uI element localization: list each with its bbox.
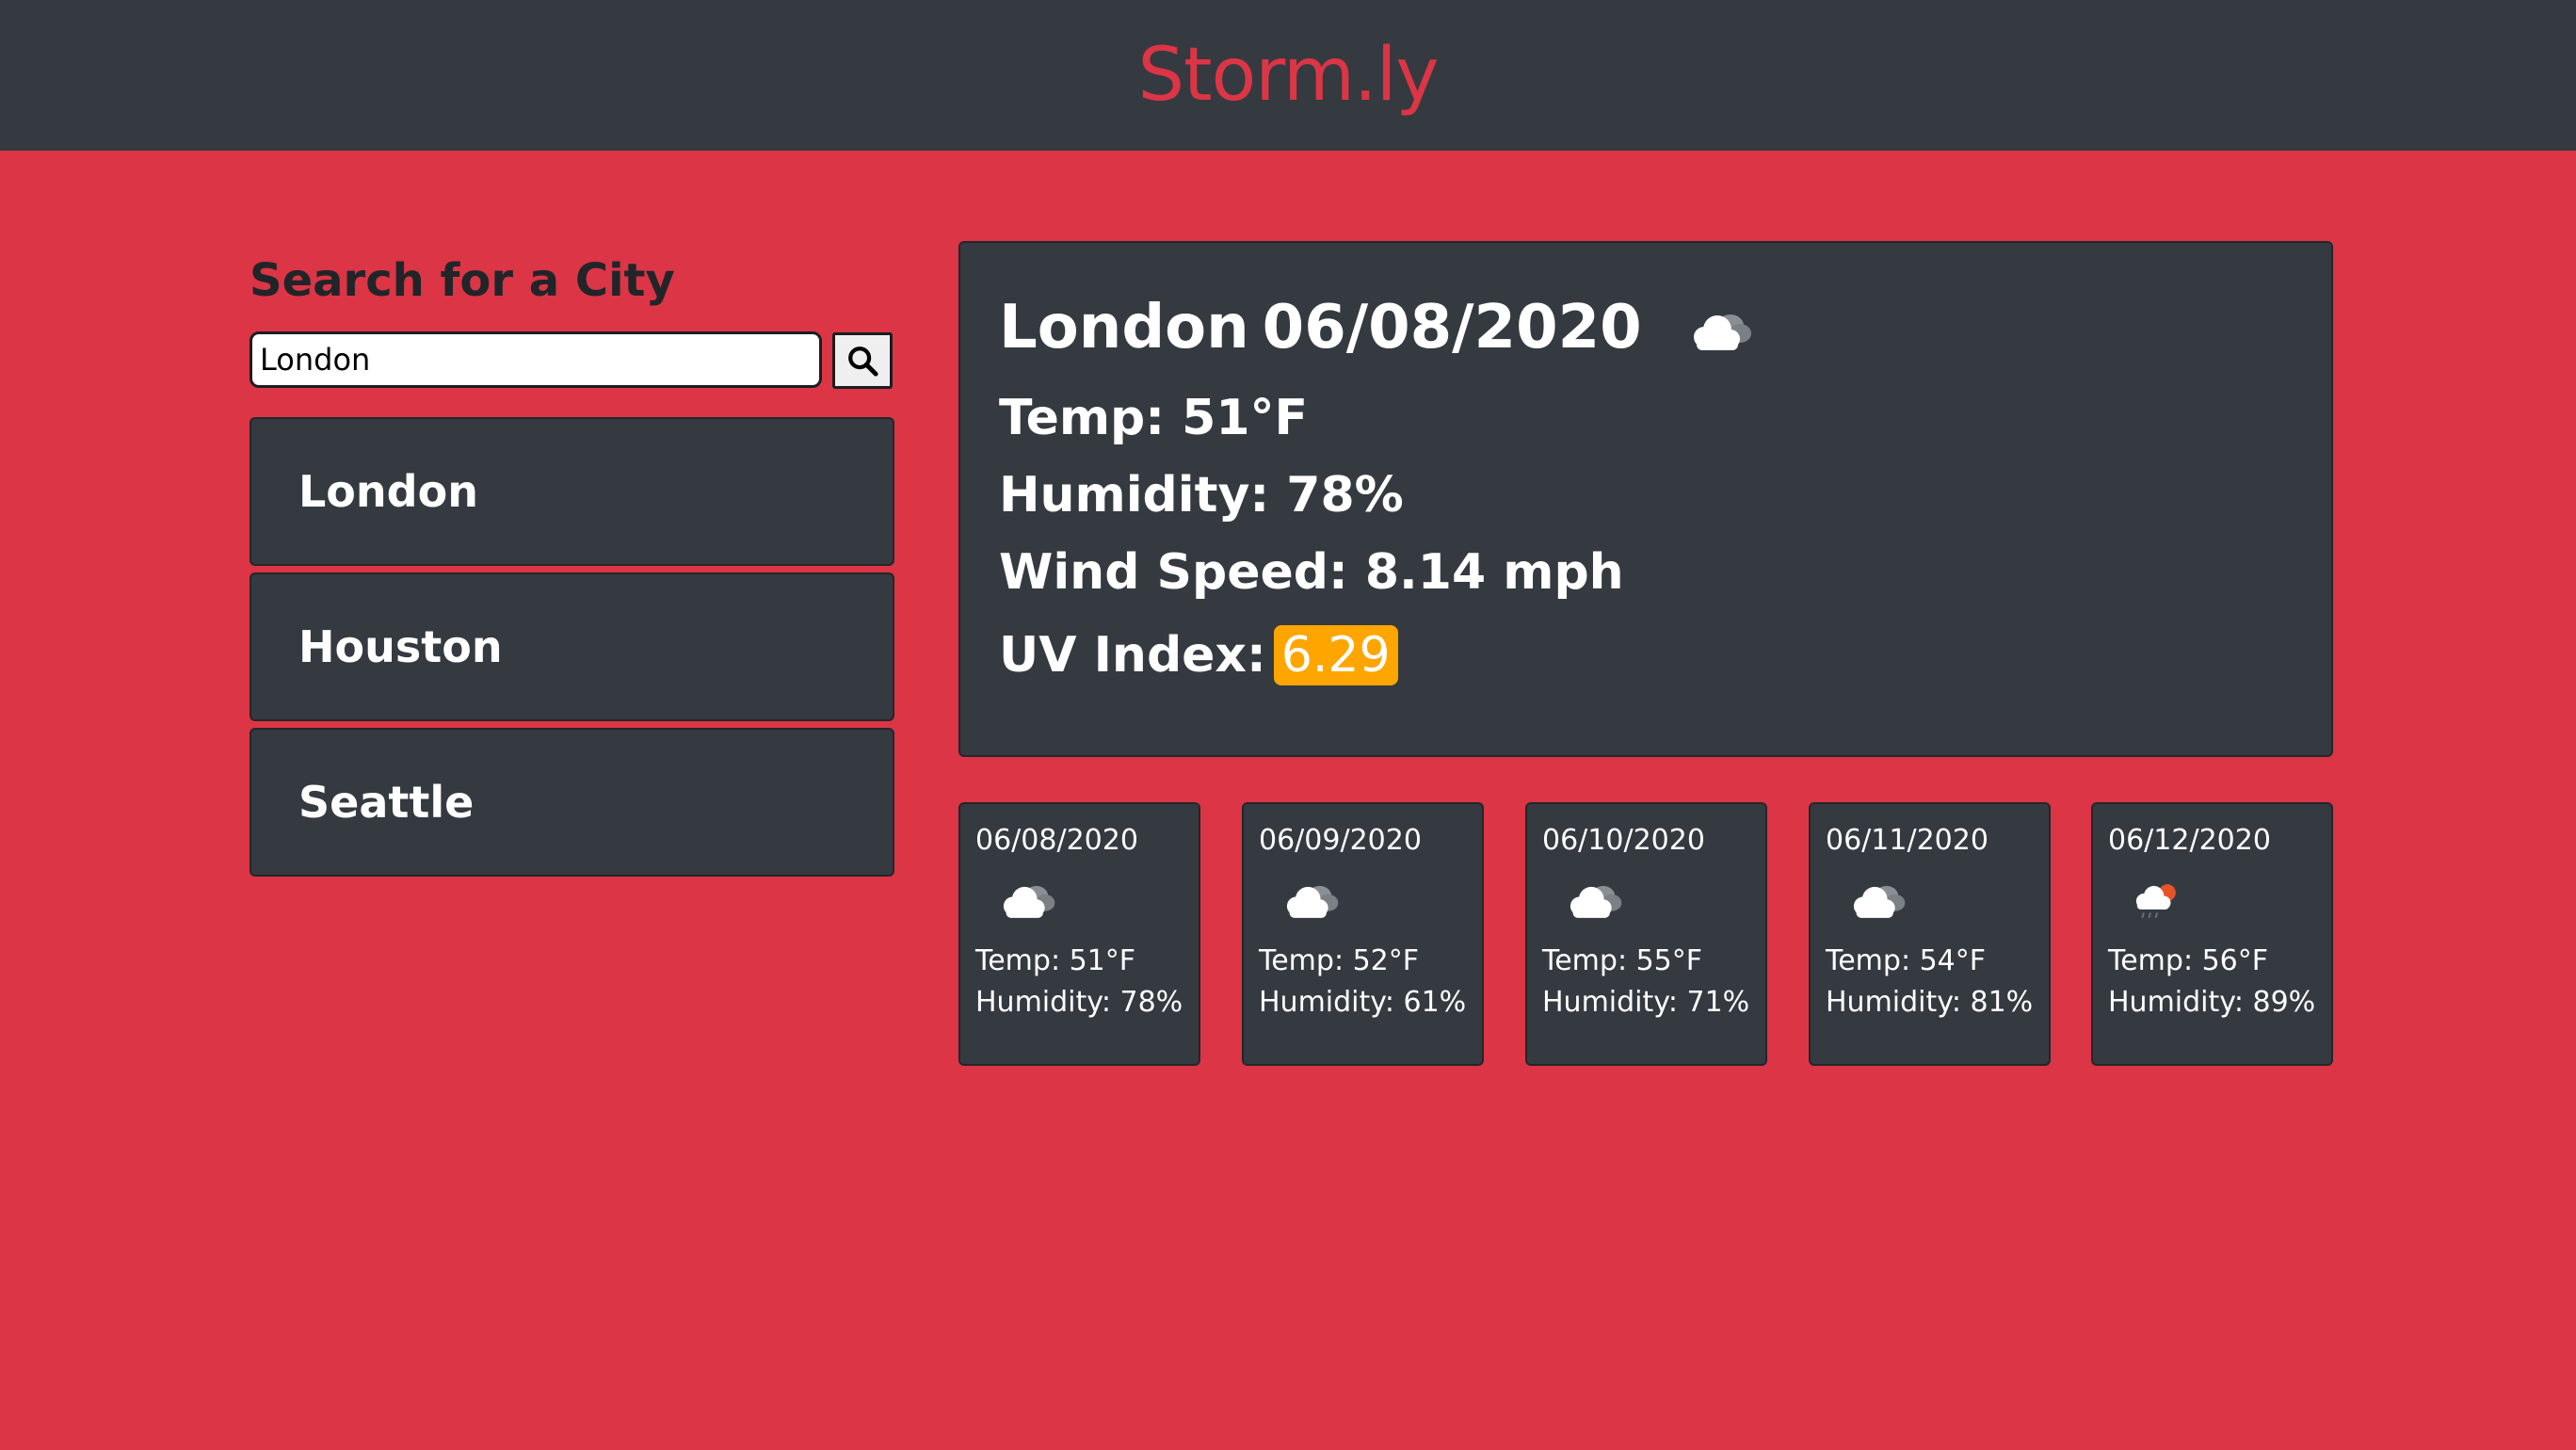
wind-label: Wind Speed:: [999, 544, 1348, 601]
search-heading: Search for a City: [250, 254, 675, 307]
current-city: London: [999, 293, 1249, 362]
forecast-humidity: Humidity: 81%: [1826, 986, 2034, 1019]
rain-sun-icon: [2135, 884, 2176, 919]
uv-label: UV Index:: [999, 627, 1266, 684]
forecast-date: 06/09/2020: [1259, 824, 1422, 857]
forecast-row: 06/08/2020 Temp: 51°F Humidity: 78% 06/0…: [958, 802, 2333, 1066]
cloud-icon: [1853, 885, 1906, 918]
cloud-icon: [1570, 885, 1622, 918]
current-wind-row: Wind Speed: 8.14 mph: [999, 548, 2331, 597]
current-temp-row: Temp: 51°F: [999, 394, 2331, 443]
current-date: 06/08/2020: [1262, 293, 1642, 362]
forecast-card: 06/08/2020 Temp: 51°F Humidity: 78%: [958, 802, 1200, 1066]
temp-value: 51°F: [1182, 390, 1309, 446]
uv-badge: 6.29: [1273, 625, 1398, 685]
humidity-label: Humidity:: [999, 467, 1270, 524]
wind-value: 8.14 mph: [1364, 544, 1624, 601]
forecast-temp: Temp: 52°F: [1259, 944, 1420, 977]
forecast-humidity: Humidity: 61%: [1259, 986, 1467, 1019]
current-humidity-row: Humidity: 78%: [999, 471, 2331, 520]
history-item-london[interactable]: London: [250, 417, 894, 566]
current-weather-card: London 06/08/2020 Temp: 51°F Humidity: 7…: [958, 241, 2333, 757]
forecast-temp: Temp: 54°F: [1826, 944, 1987, 977]
forecast-card: 06/10/2020 Temp: 55°F Humidity: 71%: [1525, 802, 1767, 1066]
forecast-date: 06/08/2020: [975, 824, 1138, 857]
cloud-icon: [1003, 885, 1055, 918]
forecast-temp: Temp: 55°F: [1542, 944, 1703, 977]
search-history-list: London Houston Seattle: [250, 417, 894, 883]
cloud-icon: [1693, 314, 1751, 350]
forecast-temp: Temp: 56°F: [2108, 944, 2269, 977]
humidity-value: 78%: [1286, 467, 1404, 524]
forecast-card: 06/09/2020 Temp: 52°F Humidity: 61%: [1242, 802, 1484, 1066]
current-title: London 06/08/2020: [999, 298, 2331, 358]
forecast-card: 06/11/2020 Temp: 54°F Humidity: 81%: [1809, 802, 2051, 1066]
forecast-date: 06/12/2020: [2108, 824, 2271, 857]
current-uv-row: UV Index: 6.29: [999, 625, 2331, 685]
cloud-icon: [1286, 885, 1339, 918]
search-button[interactable]: [832, 332, 893, 389]
forecast-humidity: Humidity: 71%: [1542, 986, 1750, 1019]
forecast-date: 06/11/2020: [1826, 824, 1988, 857]
app-title: Storm.ly: [1137, 33, 1439, 118]
forecast-date: 06/10/2020: [1542, 824, 1705, 857]
forecast-humidity: Humidity: 89%: [2108, 986, 2316, 1019]
forecast-card: 06/12/2020 Temp: 56°F Humidity: 89%: [2091, 802, 2333, 1066]
forecast-humidity: Humidity: 78%: [975, 986, 1183, 1019]
temp-label: Temp:: [999, 390, 1166, 446]
search-icon: [848, 346, 878, 377]
history-item-houston[interactable]: Houston: [250, 572, 894, 721]
navbar: Storm.ly: [0, 0, 2576, 151]
history-item-seattle[interactable]: Seattle: [250, 728, 894, 877]
search-input[interactable]: [250, 331, 822, 388]
forecast-temp: Temp: 51°F: [975, 944, 1136, 977]
